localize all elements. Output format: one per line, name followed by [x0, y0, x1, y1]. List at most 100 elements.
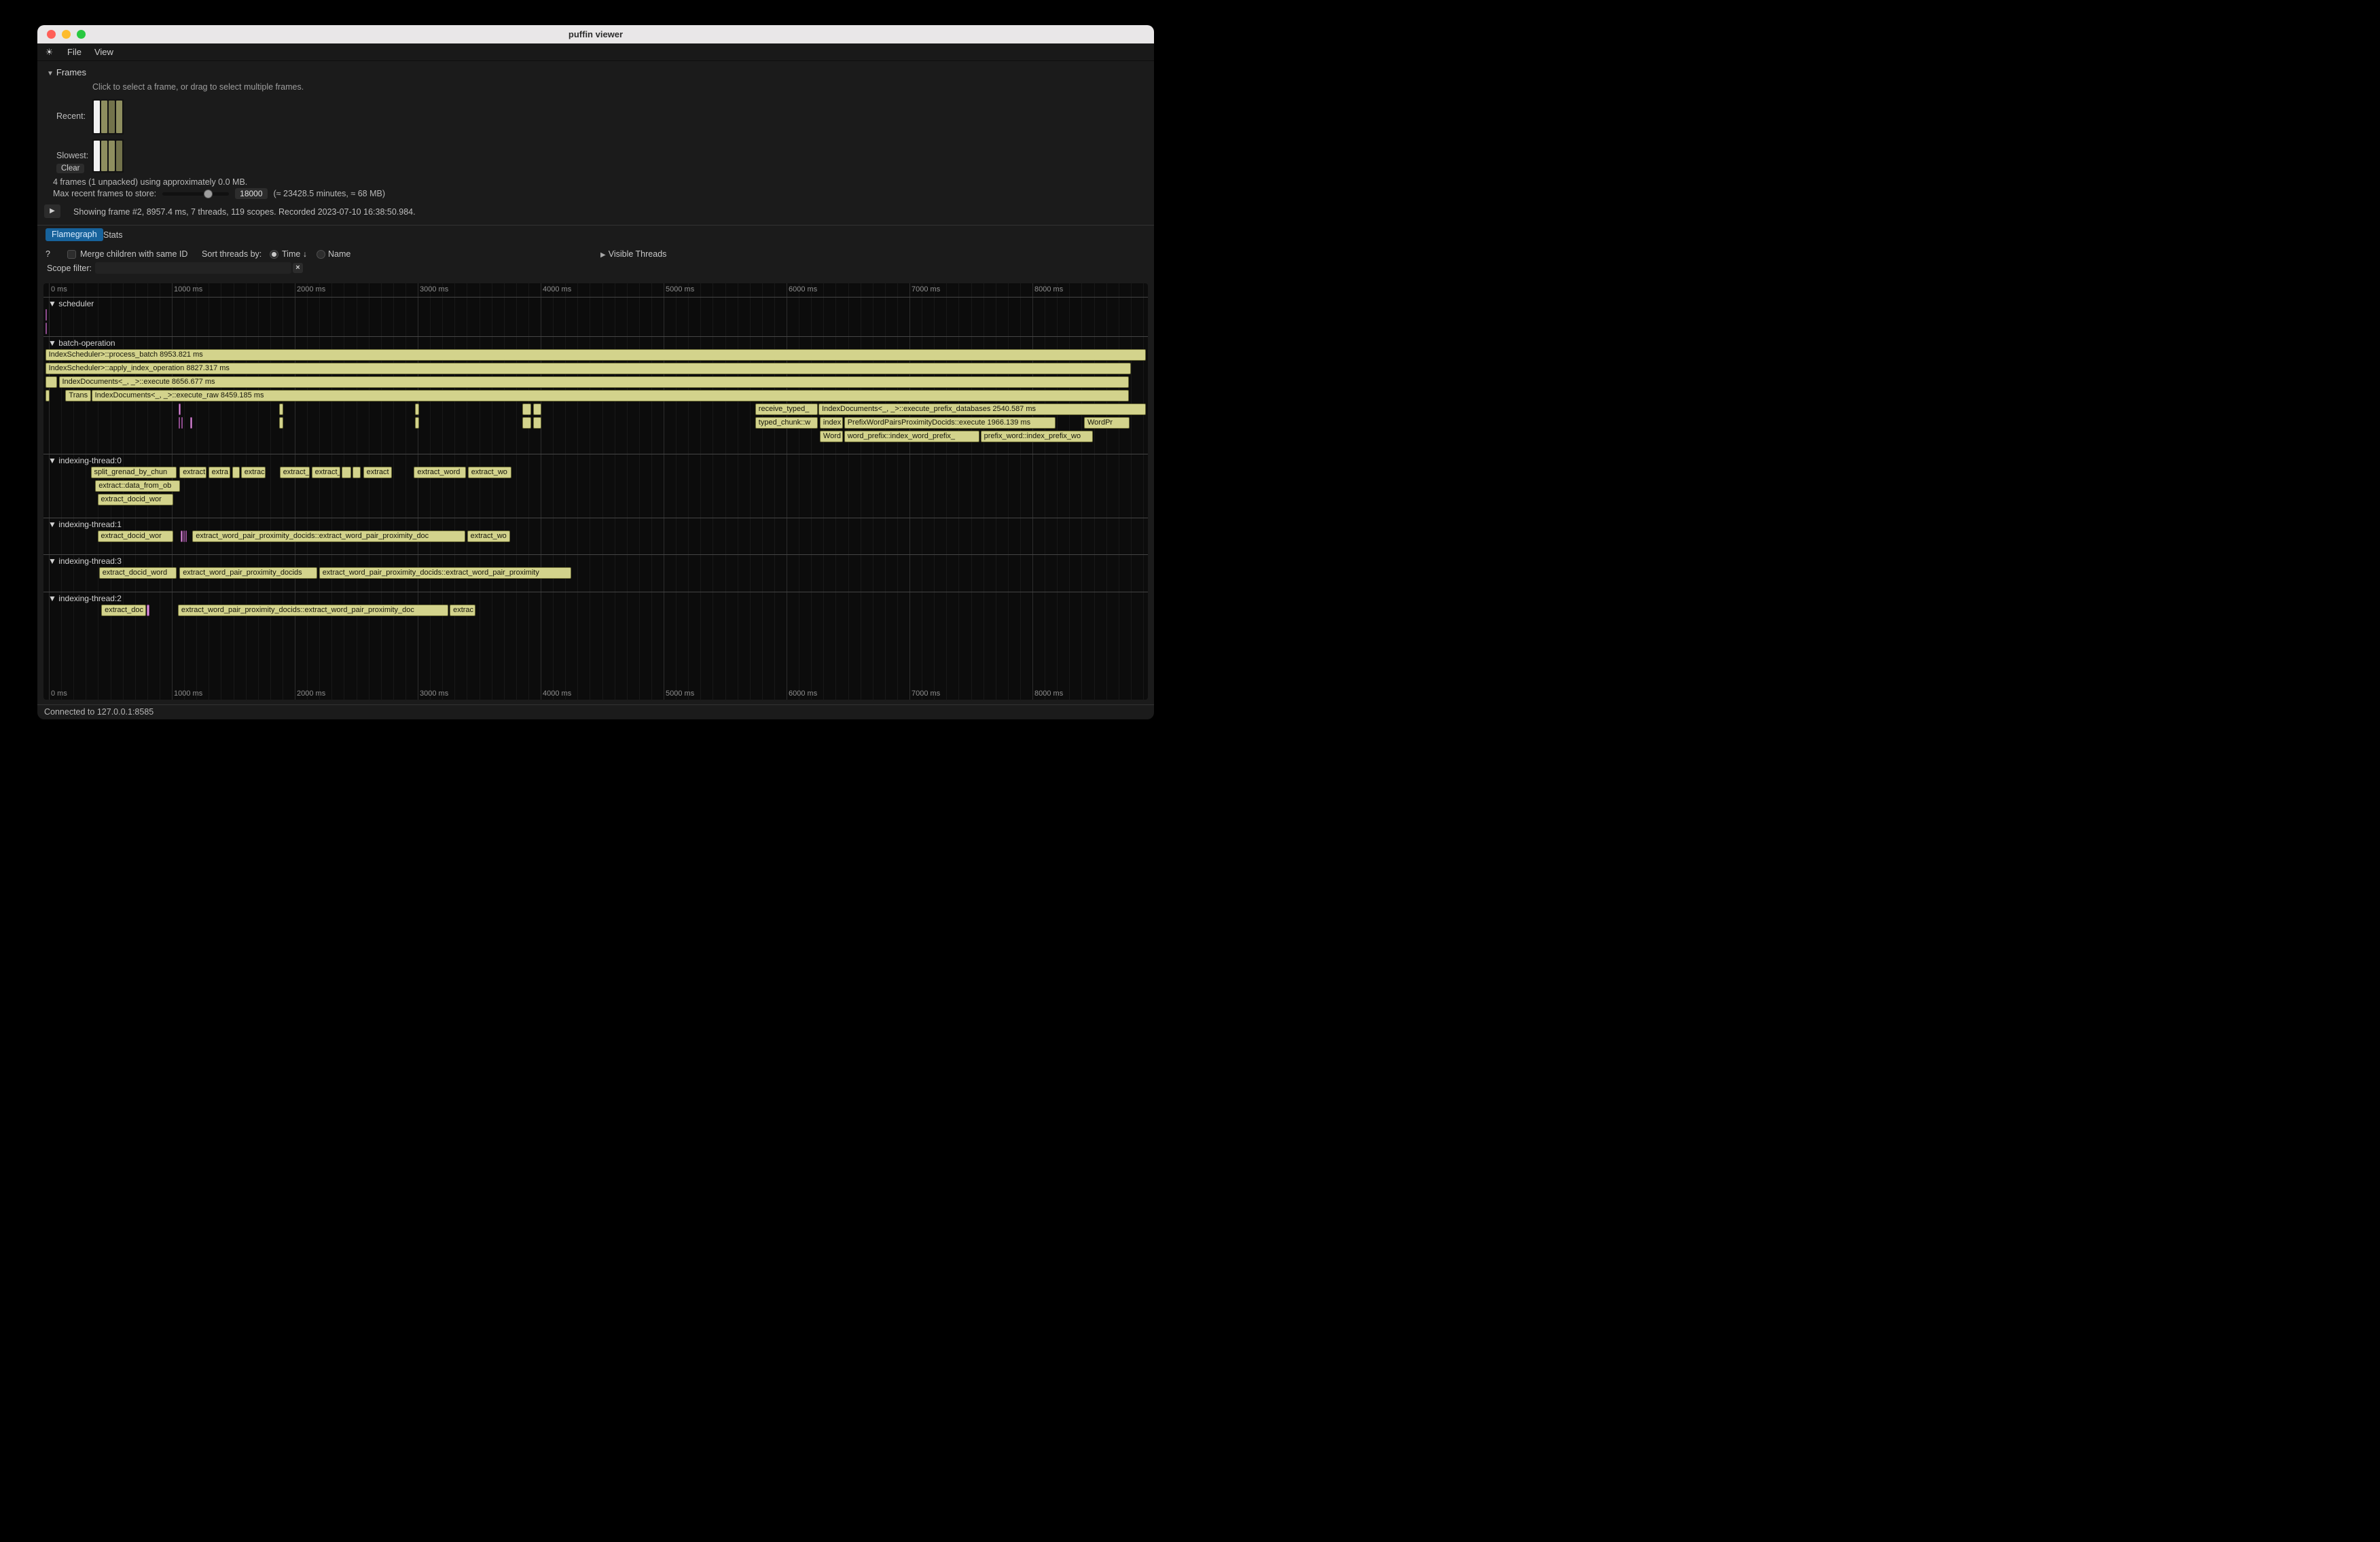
slider-track[interactable]: [162, 192, 229, 196]
gridline: [381, 283, 382, 700]
merge-children-label[interactable]: Merge children with same ID: [80, 249, 187, 259]
frame-thumbnail[interactable]: [101, 101, 107, 133]
merge-children-checkbox[interactable]: [67, 250, 76, 259]
menu-file[interactable]: File: [67, 47, 82, 57]
scope-bar[interactable]: receive_typed_: [755, 404, 818, 415]
scope-bar[interactable]: Trans: [65, 390, 91, 401]
theme-toggle-icon[interactable]: ☀: [44, 47, 54, 58]
scope-bar[interactable]: extract_: [312, 467, 340, 478]
scope-bar[interactable]: word_prefix::index_word_prefix_: [844, 431, 979, 442]
scope-bar[interactable]: extract_word_pair_proximity_docids::extr…: [178, 605, 448, 616]
scope-bar[interactable]: [46, 376, 58, 388]
scope-bar[interactable]: extract_: [280, 467, 310, 478]
scope-bar[interactable]: [181, 531, 182, 542]
scope-bar[interactable]: split_grenad_by_chun: [91, 467, 177, 478]
scope-bar[interactable]: [415, 404, 419, 415]
frames-section-toggle[interactable]: ▼Frames: [47, 67, 86, 77]
slowest-label: Slowest:: [56, 151, 88, 160]
scope-bar[interactable]: extract_doc: [101, 605, 146, 616]
frame-thumbnail[interactable]: [94, 101, 100, 133]
thread-header-scheduler[interactable]: ▼ scheduler: [48, 299, 94, 308]
scope-bar[interactable]: [533, 417, 541, 429]
thread-header-indexing-thread:1[interactable]: ▼ indexing-thread:1: [48, 520, 122, 529]
scope-bar[interactable]: extract_docid_wor: [98, 494, 174, 505]
scope-bar[interactable]: [190, 417, 192, 429]
scope-bar[interactable]: [533, 404, 541, 415]
tab-flamegraph[interactable]: Flamegraph: [46, 228, 103, 241]
scope-bar[interactable]: typed_chunk::w: [755, 417, 818, 429]
scope-bar[interactable]: [181, 417, 183, 429]
scope-bar[interactable]: [179, 404, 181, 415]
scope-bar[interactable]: [185, 531, 187, 542]
titlebar[interactable]: puffin viewer: [37, 25, 1154, 43]
scope-bar[interactable]: [179, 417, 180, 429]
scope-bar[interactable]: [232, 467, 240, 478]
scope-bar[interactable]: extract: [363, 467, 392, 478]
scope-bar[interactable]: [46, 309, 48, 321]
scope-bar[interactable]: extract_docid_word: [99, 567, 177, 579]
scope-bar[interactable]: [46, 323, 48, 334]
frame-thumbnail[interactable]: [116, 141, 122, 171]
sort-by-name-label[interactable]: Name: [328, 249, 350, 259]
scope-bar[interactable]: index: [820, 417, 843, 429]
clear-filter-button[interactable]: ×: [293, 263, 303, 273]
thread-header-indexing-thread:3[interactable]: ▼ indexing-thread:3: [48, 556, 122, 566]
scope-bar[interactable]: extra: [209, 467, 230, 478]
scope-bar[interactable]: PrefixWordPairsProximityDocids::execute …: [844, 417, 1056, 429]
sort-by-time-radio[interactable]: [270, 250, 278, 259]
frame-thumbnail[interactable]: [94, 141, 100, 171]
scope-bar[interactable]: extract_word_pair_proximity_docids::extr…: [192, 531, 465, 542]
scope-bar[interactable]: extract_wo: [468, 467, 512, 478]
scope-bar[interactable]: [342, 467, 350, 478]
scope-filter-input[interactable]: [95, 262, 291, 274]
scope-bar[interactable]: [279, 404, 283, 415]
scope-bar[interactable]: [522, 417, 531, 429]
scope-bar[interactable]: [279, 417, 283, 429]
scope-bar[interactable]: [522, 404, 531, 415]
thread-header-indexing-thread:0[interactable]: ▼ indexing-thread:0: [48, 456, 122, 465]
scope-bar[interactable]: extract_word_pair_proximity_docids::extr…: [319, 567, 571, 579]
scope-bar[interactable]: prefix_word::index_prefix_wo: [981, 431, 1093, 442]
help-button[interactable]: ?: [46, 249, 50, 259]
scope-bar[interactable]: [46, 390, 50, 401]
sort-by-name-radio[interactable]: [317, 250, 325, 259]
frame-thumbnail[interactable]: [101, 141, 107, 171]
tab-stats[interactable]: Stats: [103, 230, 123, 240]
scope-bar[interactable]: extract_wo: [467, 531, 511, 542]
visible-threads-toggle[interactable]: ▶Visible Threads: [600, 249, 666, 259]
frame-thumbnail[interactable]: [109, 101, 115, 133]
menu-view[interactable]: View: [94, 47, 113, 57]
frame-thumbnail[interactable]: [109, 141, 115, 171]
thread-header-indexing-thread:2[interactable]: ▼ indexing-thread:2: [48, 594, 122, 603]
scope-bar[interactable]: extract_word: [414, 467, 466, 478]
gridline: [430, 283, 431, 700]
clear-button[interactable]: Clear: [56, 164, 84, 173]
scope-bar[interactable]: IndexScheduler>::process_batch 8953.821 …: [46, 349, 1147, 361]
sort-by-time-label[interactable]: Time ↓: [282, 249, 307, 259]
scope-bar[interactable]: extract: [179, 467, 206, 478]
scope-bar[interactable]: Word: [820, 431, 843, 442]
slider-knob[interactable]: [204, 190, 213, 198]
play-button[interactable]: ▶: [44, 204, 60, 218]
frame-thumbnail[interactable]: [116, 101, 122, 133]
scope-bar[interactable]: WordPr: [1084, 417, 1130, 429]
scope-bar[interactable]: [147, 605, 149, 616]
scope-bar[interactable]: extract_word_pair_proximity_docids: [179, 567, 317, 579]
scope-bar[interactable]: extract::data_from_ob: [95, 480, 180, 492]
max-frames-value[interactable]: 18000: [235, 188, 267, 199]
scope-bar[interactable]: IndexScheduler>::apply_index_operation 8…: [46, 363, 1131, 374]
scope-bar[interactable]: extrac: [241, 467, 266, 478]
scope-bar[interactable]: IndexDocuments<_, _>::execute_prefix_dat…: [818, 404, 1146, 415]
slowest-frames-thumbnails[interactable]: [92, 139, 124, 173]
flamegraph-canvas[interactable]: 0 ms0 ms1000 ms1000 ms2000 ms2000 ms3000…: [43, 283, 1148, 700]
scope-bar[interactable]: [415, 417, 419, 429]
thread-header-batch-operation[interactable]: ▼ batch-operation: [48, 338, 115, 348]
scope-bar[interactable]: [183, 531, 185, 542]
max-frames-slider[interactable]: [162, 190, 229, 198]
scope-bar[interactable]: [353, 467, 361, 478]
scope-bar[interactable]: extract_docid_wor: [98, 531, 174, 542]
scope-bar[interactable]: extrac: [450, 605, 475, 616]
scope-bar[interactable]: IndexDocuments<_, _>::execute_raw 8459.1…: [92, 390, 1130, 401]
scope-bar[interactable]: IndexDocuments<_, _>::execute 8656.677 m…: [59, 376, 1130, 388]
recent-frames-thumbnails[interactable]: [92, 99, 124, 135]
